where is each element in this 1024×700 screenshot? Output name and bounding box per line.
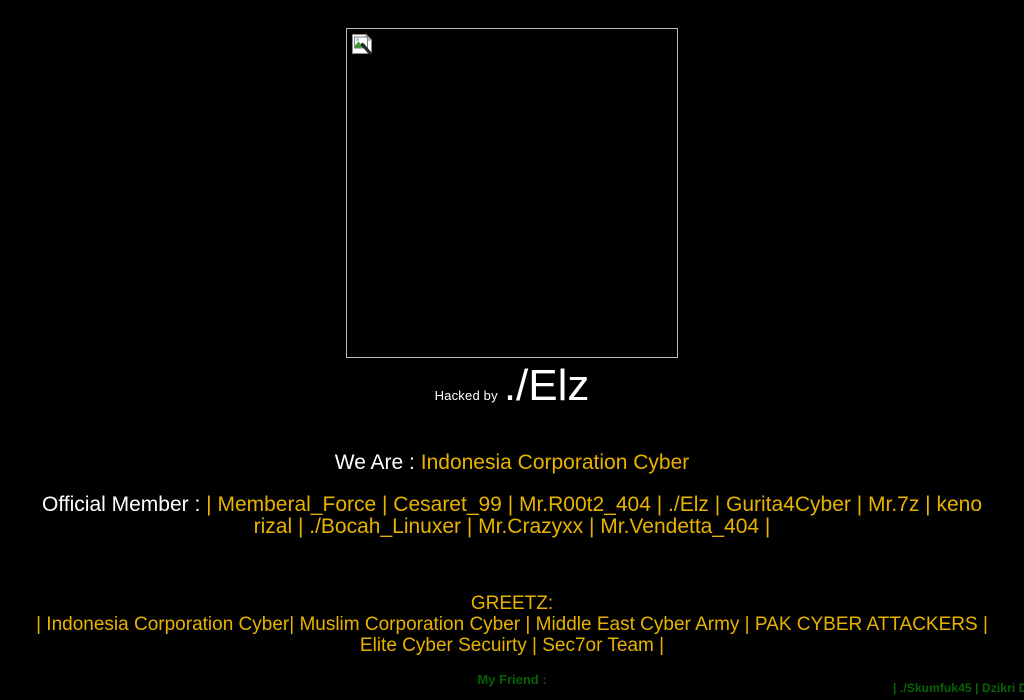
we-are-line: We Are : Indonesia Corporation Cyber	[0, 450, 1024, 476]
broken-image-placeholder	[346, 28, 678, 358]
greetz-section: GREETZ: | Indonesia Corporation Cyber| M…	[0, 593, 1024, 656]
defacement-page: Hacked by ./Elz We Are : Indonesia Corpor…	[0, 0, 1024, 700]
broken-image-icon	[352, 33, 373, 55]
official-member-list: | Memberal_Force | Cesaret_99 | Mr.R00t2…	[206, 493, 982, 538]
official-member-label: Official Member :	[41, 493, 201, 516]
we-are-group: Indonesia Corporation Cyber	[420, 451, 690, 474]
hacker-nickname: ./Elz	[503, 361, 590, 410]
we-are-label: We Are :	[334, 451, 415, 474]
friend-marquee: | ./Skumfuk45 | Dzikri D	[0, 681, 1024, 700]
greetz-title: GREETZ:	[470, 593, 554, 614]
greetz-list: | Indonesia Corporation Cyber| Muslim Co…	[36, 614, 988, 656]
headline: Hacked by ./Elz	[0, 364, 1024, 408]
hacked-by-label: Hacked by	[434, 388, 498, 403]
official-member-line: Official Member : | Memberal_Force | Ces…	[0, 494, 1024, 538]
friend-marquee-text: | ./Skumfuk45 | Dzikri D	[893, 681, 1024, 695]
hero-image-container	[0, 0, 1024, 358]
